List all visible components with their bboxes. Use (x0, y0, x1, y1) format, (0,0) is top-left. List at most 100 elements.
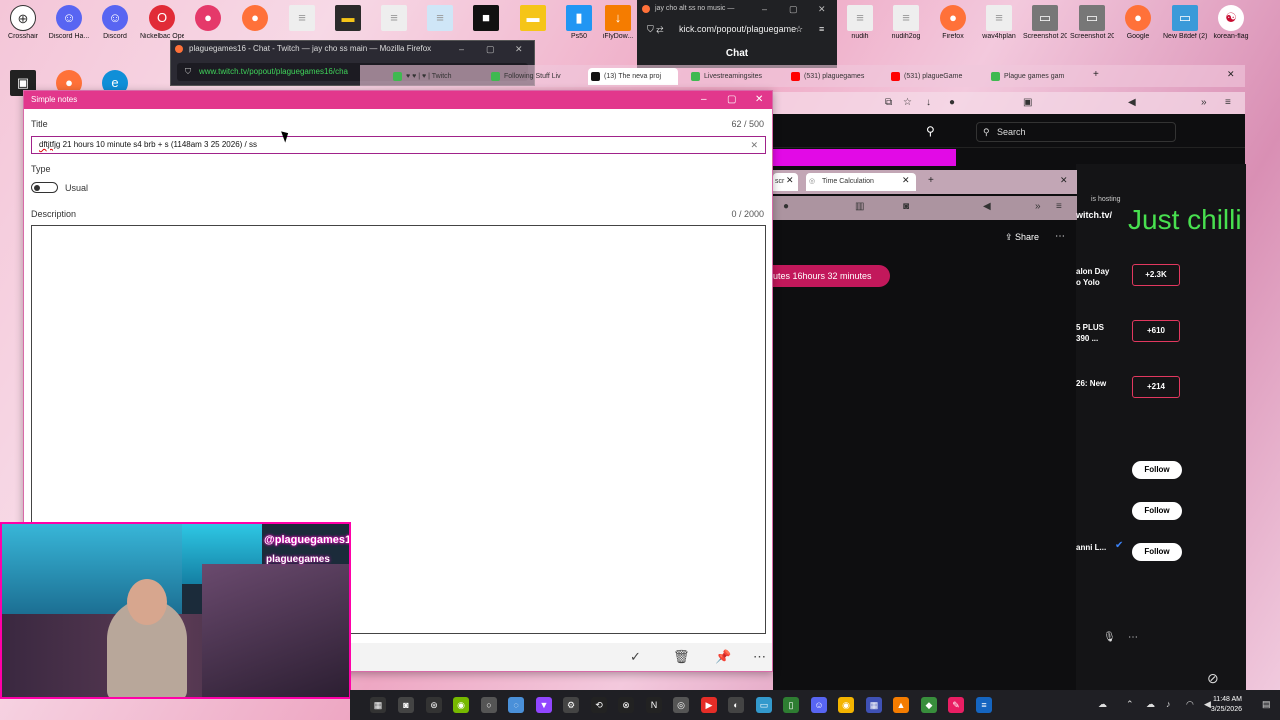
taskbar-app-icon[interactable]: ⟲ (591, 697, 607, 713)
follow-button[interactable]: Follow (1132, 502, 1182, 520)
minimize-icon[interactable]: – (701, 91, 707, 109)
desktop-icon-nudih2og[interactable]: ≡ nudih2og (884, 5, 928, 41)
nvidia-icon[interactable]: ◉ (453, 697, 469, 713)
desktop-icon-pin[interactable]: ● (186, 5, 230, 33)
tab-plague-games[interactable]: Plague games gam (988, 68, 1078, 85)
desktop-icon-google[interactable]: ● Google (1116, 5, 1160, 41)
desktop-icon-discord[interactable]: ☺ Discord (93, 5, 137, 41)
taskbar-app-icon[interactable]: ◆ (921, 697, 937, 713)
minimize-icon[interactable]: – (762, 0, 767, 18)
desktop-icon-crosshair[interactable]: ⊕ Crosshair (1, 5, 45, 41)
kick-firefox-window[interactable]: jay cho alt ss no music — – ▢ ✕ ⛉ ⇄ kick… (637, 0, 837, 68)
title-input[interactable]: dftjtfjg 21 hours 10 minute s4 brb + s (… (31, 136, 766, 154)
host-url[interactable]: witch.tv/ (1076, 210, 1112, 220)
desktop-icon-discord-ha[interactable]: ☺ Discord Ha... (47, 5, 91, 41)
sound-icon[interactable]: ◀ (1128, 97, 1136, 108)
desktop-icon-doc-c[interactable]: ≡ (418, 5, 462, 33)
taskbar-app-icon[interactable]: ⊗ (618, 697, 634, 713)
taskbar-app-icon[interactable]: ⊛ (426, 697, 442, 713)
desktop-icon-firefox-a[interactable]: ● (233, 5, 277, 33)
settings-icon[interactable]: ⚙ (563, 697, 579, 713)
bookmark-star-icon[interactable]: ☆ (903, 97, 912, 108)
more-icon[interactable]: ⋯ (1055, 231, 1065, 242)
taskbar-app-icon[interactable]: ▼ (536, 697, 552, 713)
taskbar-app-icon[interactable]: ▦ (866, 697, 882, 713)
chrome-icon[interactable]: ◉ (838, 697, 854, 713)
youtube-icon[interactable]: ▶ (701, 697, 717, 713)
taskbar-app-icon[interactable]: ◐ (728, 697, 744, 713)
taskbar-app-icon[interactable]: ▦ (370, 697, 386, 713)
desktop-icon-doc-a[interactable]: ≡ (280, 5, 324, 33)
checkmark-icon[interactable]: ✓ (630, 649, 641, 665)
new-tab-icon[interactable]: + (928, 175, 934, 186)
minimize-icon[interactable]: – (459, 41, 464, 57)
tab-following[interactable]: Following Stuff Liv (488, 68, 578, 85)
follow-button[interactable]: Follow (1132, 543, 1182, 561)
trash-icon[interactable]: ▥ (855, 201, 864, 212)
close-icon[interactable]: ✕ (1227, 69, 1235, 80)
more-icon[interactable]: ⋯ (753, 649, 766, 665)
tab-youtube-1[interactable]: (531) plaguegames (788, 68, 878, 85)
desktop-icon-ps50[interactable]: ▮ Ps50 (557, 5, 601, 41)
desktop-icon-wav4hplan[interactable]: ≡ wav4hplan (977, 5, 1021, 41)
chevron-up-icon[interactable]: ⌃ (1126, 699, 1134, 710)
side-item-title[interactable]: alon Day o Yolo (1076, 266, 1109, 288)
taskbar-app-icon[interactable]: ▭ (756, 697, 772, 713)
mic-icon[interactable]: 🎙 (1103, 632, 1116, 643)
sound-icon[interactable]: ◀ (983, 201, 991, 212)
search-icon[interactable]: ⚲ (926, 124, 935, 138)
desktop-icon-firefox[interactable]: ● Firefox (931, 5, 975, 41)
vlc-icon[interactable]: ▲ (893, 697, 909, 713)
taskbar-app-icon[interactable]: ◎ (673, 697, 689, 713)
chat-send-icon[interactable]: ⊘ (1207, 670, 1219, 687)
twitch-window-titlebar[interactable]: plaguegames16 - Chat - Twitch — jay cho … (171, 41, 534, 57)
puzzle-icon[interactable]: ▣ (1023, 97, 1032, 108)
side-item-title[interactable]: 5 PLUS 390 ... (1076, 322, 1104, 344)
trash-icon[interactable]: 🗑 (673, 649, 690, 665)
notification-icon[interactable]: ▤ (1262, 699, 1271, 710)
maximize-icon[interactable]: ▢ (789, 0, 798, 18)
tab-neva-project[interactable]: (13) The neva proj (588, 68, 678, 85)
close-icon[interactable]: ✕ (786, 175, 794, 186)
taskbar-app-icon[interactable]: ○ (481, 697, 497, 713)
new-tab-icon[interactable]: + (1093, 69, 1099, 80)
close-icon[interactable]: ✕ (515, 41, 523, 57)
maximize-icon[interactable]: ▢ (727, 91, 736, 109)
tab-twitch[interactable]: ♥ ♥ | ♥ | Twitch (390, 68, 480, 85)
clear-icon[interactable]: ✕ (750, 140, 758, 151)
side-item-title[interactable]: 26: New (1076, 378, 1106, 389)
menu-icon[interactable]: ≡ (819, 18, 824, 40)
type-toggle[interactable] (31, 182, 58, 193)
desktop-icon-doc-b[interactable]: ≡ (372, 5, 416, 33)
screenshot-icon[interactable]: ⧉ (885, 97, 892, 108)
tab-youtube-2[interactable]: (531) plagueGame (888, 68, 978, 85)
forward-icon[interactable]: » (1201, 97, 1207, 108)
more-icon[interactable]: ⋯ (1128, 632, 1138, 643)
taskbar-app-icon[interactable]: N (646, 697, 662, 713)
desktop-icon-opera[interactable]: O Nickelbac Opera G... (140, 5, 184, 41)
desktop-icon-folder-b[interactable]: ▬ (511, 5, 555, 33)
download-icon[interactable]: ↓ (926, 97, 931, 108)
pin-icon[interactable]: 📌 (715, 649, 731, 665)
close-icon[interactable]: ✕ (902, 175, 910, 186)
taskbar-app-icon[interactable]: ◌ (508, 697, 524, 713)
cloud-icon[interactable]: ☁ (1146, 699, 1155, 710)
bookmark-star-icon[interactable]: ☆ (795, 18, 803, 40)
desktop-icon-screenshot-a[interactable]: ▭ Screenshot 2025-12-2... (1023, 5, 1067, 41)
desktop-icon-iflydow[interactable]: ↓ iFlyDow... (596, 5, 640, 41)
close-icon[interactable]: ✕ (1060, 175, 1068, 186)
taskbar-clock[interactable]: 11:48 AM 3/25/2026 (1211, 695, 1242, 715)
desktop-icon-screenshot-b[interactable]: ▭ Screenshot 2025-07-... (1070, 5, 1114, 41)
desktop-icon-nudih[interactable]: ≡ nudih (838, 5, 882, 41)
notes-titlebar[interactable]: Simple notes – ▢ ✕ (24, 91, 772, 109)
wifi-icon[interactable]: ◠ (1186, 699, 1194, 710)
mic-icon[interactable]: ♪ (1166, 699, 1171, 709)
notepad-icon[interactable]: ≡ (976, 697, 992, 713)
notes-app-icon[interactable]: ✎ (948, 697, 964, 713)
notepad-icon[interactable]: ▯ (783, 697, 799, 713)
search-input[interactable]: ⚲ Search (976, 122, 1176, 142)
weather-icon[interactable]: ☁ (1098, 699, 1107, 710)
menu-icon[interactable]: ≡ (1225, 97, 1231, 108)
menu-icon[interactable]: ≡ (1056, 201, 1062, 212)
camera-icon[interactable]: ◙ (398, 697, 414, 713)
